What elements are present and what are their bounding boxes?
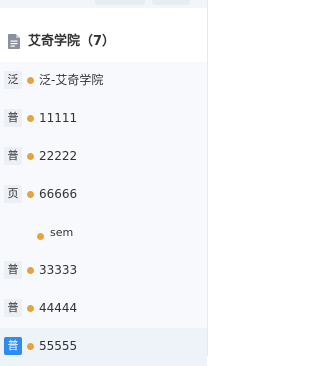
- type-badge: 普: [4, 337, 22, 355]
- tree-item[interactable]: 普 33333: [0, 252, 207, 290]
- type-badge: 普: [4, 261, 22, 279]
- tree-item[interactable]: 泛 泛-艾奇学院: [0, 62, 207, 100]
- document-icon: [8, 34, 20, 49]
- group-header[interactable]: 艾奇学院（7）: [0, 22, 207, 63]
- tree-item[interactable]: 普 11111: [0, 100, 207, 138]
- status-dot-icon: [27, 77, 34, 84]
- tree-item[interactable]: 普 22222: [0, 138, 207, 176]
- type-badge: 普: [4, 109, 22, 127]
- status-dot-icon: [27, 153, 34, 160]
- type-badge: 普: [4, 147, 22, 165]
- group-title: 艾奇学院（7）: [28, 34, 116, 49]
- tree-item-label: 泛-艾奇学院: [39, 73, 104, 87]
- tree-item-label: 55555: [39, 339, 78, 353]
- status-dot-icon: [27, 191, 34, 198]
- type-badge: 泛: [4, 71, 22, 89]
- tree-item-label: 44444: [39, 301, 78, 315]
- status-dot-icon: [27, 343, 34, 350]
- tree-item-label: 33333: [39, 263, 78, 277]
- tree-panel: 艾奇学院（7） 泛 泛-艾奇学院 普 11111 普 22222 页 66666…: [0, 0, 207, 366]
- tree-item[interactable]: 页 66666: [0, 176, 207, 214]
- tree-item-label: 11111: [39, 111, 78, 125]
- tree-item-label: 22222: [39, 149, 78, 163]
- type-badge: 页: [4, 185, 22, 203]
- type-badge: 普: [4, 299, 22, 317]
- status-dot-icon: [27, 305, 34, 312]
- tree-item-label: sem: [50, 226, 74, 239]
- tree-item-selected[interactable]: 普 55555: [0, 328, 207, 366]
- tree-item-label: 66666: [39, 187, 78, 201]
- status-dot-icon: [27, 115, 34, 122]
- tree-item-child[interactable]: sem: [0, 214, 207, 252]
- status-dot-icon: [27, 267, 34, 274]
- tree-item[interactable]: 普 44444: [0, 290, 207, 328]
- status-dot-icon: [37, 233, 44, 240]
- content-edge: [208, 0, 220, 356]
